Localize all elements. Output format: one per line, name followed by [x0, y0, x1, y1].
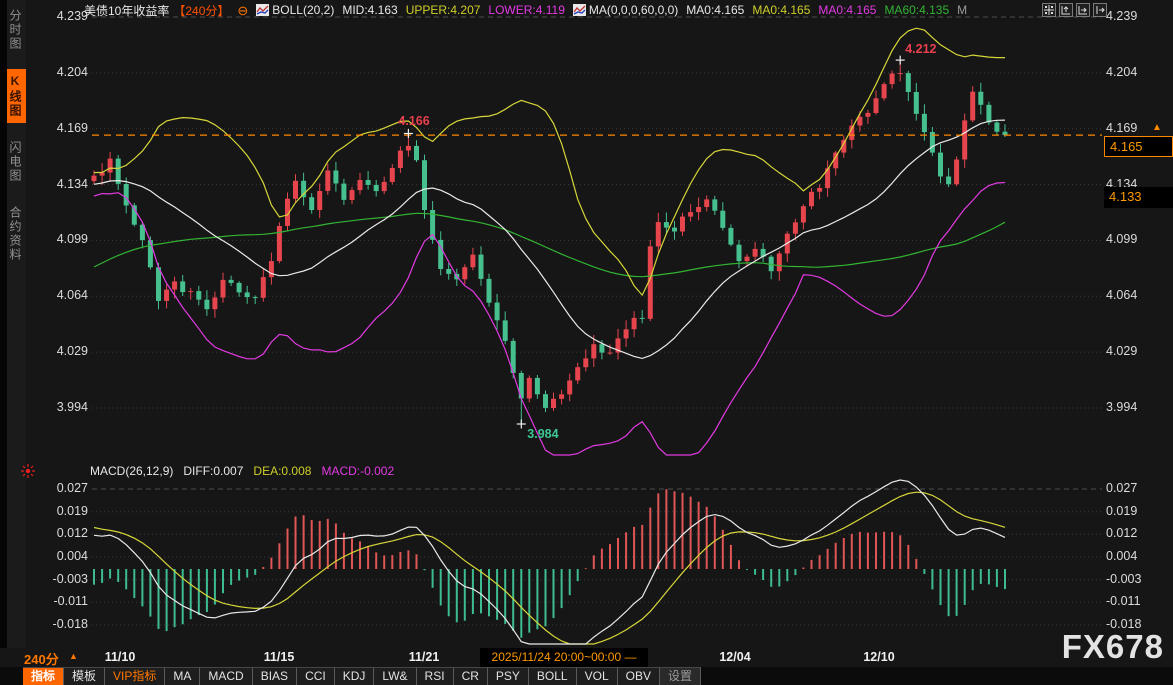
- time-axis-date: 11/15: [264, 650, 295, 664]
- collapse-indicator-icon[interactable]: ⊖: [237, 4, 248, 17]
- secondary-price-box: 4.133: [1104, 187, 1173, 208]
- toolbar-item-cr[interactable]: CR: [454, 667, 488, 685]
- peak-high-annotation: 4.212: [905, 42, 936, 56]
- macd-value: MACD:-0.002: [321, 464, 394, 478]
- toolbar-item-settings[interactable]: 设置: [660, 667, 701, 685]
- zoom-out-range-icon[interactable]: [1076, 3, 1090, 17]
- sidebar-item-kline-chart[interactable]: K线图: [7, 69, 26, 123]
- chart-mode-sidebar: 分时图 K线图 闪电图 合约资料: [7, 0, 26, 648]
- selected-bar-range[interactable]: 2025/11/24 20:00~00:00 —: [480, 648, 648, 667]
- period-tag: 【240分】: [173, 2, 229, 19]
- toolbar-item-macd[interactable]: MACD: [200, 667, 252, 685]
- price-axis-label: 4.064: [57, 288, 88, 302]
- chart-tool-icons: [1042, 3, 1107, 17]
- swing-low-annotation: 3.984: [527, 427, 558, 441]
- boll-lower-value: LOWER:4.119: [488, 3, 564, 17]
- macd-diff-value: DIFF:0.007: [183, 464, 243, 478]
- price-axis-label: 4.099: [57, 232, 88, 246]
- crosshair-tool-icon[interactable]: [1042, 3, 1056, 17]
- price-axis-label: 4.099: [1106, 232, 1137, 246]
- sidebar-item-time-chart[interactable]: 分时图: [7, 4, 26, 56]
- macd-axis-label: -0.011: [53, 594, 88, 608]
- ma0-white-value: MA0:4.165: [686, 3, 744, 17]
- boll-mid-value: MID:4.163: [342, 3, 397, 17]
- macd-axis-label: -0.003: [53, 572, 88, 586]
- toolbar-item-psy[interactable]: PSY: [488, 667, 529, 685]
- price-axis-label: 4.064: [1106, 288, 1137, 302]
- toolbar-item-vol[interactable]: VOL: [577, 667, 618, 685]
- toolbar-item-rsi[interactable]: RSI: [417, 667, 454, 685]
- price-axis-label: 3.994: [57, 400, 88, 414]
- trading-app-window: 分时图 K线图 闪电图 合约资料 美债10年收益率 【240分】 ⊖ BOLL(…: [0, 0, 1173, 685]
- macd-axis-label: -0.011: [1106, 594, 1141, 608]
- swing-high-annotation: 4.166: [398, 114, 429, 128]
- price-axis-label: 4.134: [57, 177, 88, 191]
- time-axis-date: 12/10: [863, 650, 894, 664]
- time-axis-date: 12/04: [719, 650, 750, 664]
- left-price-axis: 4.2394.2044.1694.1344.0994.0644.0293.994…: [30, 0, 88, 685]
- sidebar-item-tick-chart[interactable]: 闪电图: [7, 136, 26, 188]
- boll-chart-icon[interactable]: [256, 4, 269, 16]
- time-axis-date: 11/21: [409, 650, 440, 664]
- chart-header: 美债10年收益率 【240分】 ⊖ BOLL(20,2) MID:4.163 U…: [26, 2, 967, 18]
- macd-axis-label: 0.027: [57, 481, 88, 495]
- macd-axis-label: 0.019: [57, 504, 88, 518]
- price-up-arrow-icon: ▲: [1152, 122, 1162, 133]
- toolbar-item-indicators[interactable]: 指标: [23, 667, 64, 685]
- price-axis-label: 4.169: [57, 121, 88, 135]
- ma0-magenta-value: MA0:4.165: [818, 3, 876, 17]
- ma0-yellow-value: MA0:4.165: [752, 3, 810, 17]
- toolbar-item-obv[interactable]: OBV: [618, 667, 660, 685]
- zoom-in-range-icon[interactable]: [1059, 3, 1073, 17]
- macd-panel-header: MACD(26,12,9) DIFF:0.007 DEA:0.008 MACD:…: [90, 464, 394, 478]
- macd-axis-label: 0.004: [57, 549, 88, 563]
- price-axis-label: 4.204: [57, 65, 88, 79]
- toolbar-item-vip-indicators[interactable]: VIP指标: [105, 667, 165, 685]
- left-edge-strip: [0, 0, 7, 648]
- price-axis-label: 4.029: [57, 344, 88, 358]
- indicator-toolbar: 指标模板VIP指标MAMACDBIASCCIKDJLW&RSICRPSYBOLL…: [0, 667, 1173, 685]
- price-axis-label: 3.994: [1106, 400, 1137, 414]
- boll-label: BOLL(20,2): [272, 3, 334, 17]
- toolbar-item-ma[interactable]: MA: [165, 667, 200, 685]
- right-price-axis: 4.2394.2044.1694.1344.0994.0644.0293.994…: [1106, 0, 1172, 685]
- current-price-box: 4.165: [1104, 136, 1173, 157]
- ma-label: MA(0,0,0,60,0,0): [589, 3, 678, 17]
- boll-upper-value: UPPER:4.207: [406, 3, 481, 17]
- price-axis-label: 4.239: [1106, 9, 1137, 23]
- price-axis-label: 4.204: [1106, 65, 1137, 79]
- ma-chart-icon[interactable]: [573, 4, 586, 16]
- macd-axis-label: -0.018: [53, 617, 88, 631]
- macd-axis-label: 0.019: [1106, 504, 1137, 518]
- time-axis: 240分 ▲ 11/10 11/15 11/21 12/04 12/10 2025/11…: [0, 648, 1173, 667]
- toolbar-item-boll[interactable]: BOLL: [529, 667, 577, 685]
- alert-dot-icon: [21, 464, 35, 483]
- symbol-title: 美债10年收益率: [84, 2, 169, 19]
- macd-axis-label: 0.012: [1106, 526, 1137, 540]
- watermark: FX678: [1062, 628, 1164, 666]
- price-axis-label: 4.029: [1106, 344, 1137, 358]
- price-axis-label: 4.169: [1106, 121, 1137, 135]
- toolbar-item-bias[interactable]: BIAS: [253, 667, 297, 685]
- toolbar-item-kdj[interactable]: KDJ: [335, 667, 375, 685]
- period-arrow-icon: ▲: [69, 651, 78, 661]
- macd-params-label: MACD(26,12,9): [90, 464, 173, 478]
- period-selector[interactable]: 240分: [24, 649, 59, 668]
- toolbar-item-lwr[interactable]: LW&: [374, 667, 416, 685]
- ma60-value: MA60:4.135: [884, 3, 949, 17]
- time-axis-date: 11/10: [105, 650, 136, 664]
- macd-axis-label: 0.027: [1106, 481, 1137, 495]
- more-indicator-button[interactable]: M: [957, 3, 967, 17]
- sidebar-item-contract-info[interactable]: 合约资料: [7, 201, 26, 267]
- macd-axis-label: -0.003: [1106, 572, 1141, 586]
- macd-axis-label: 0.004: [1106, 549, 1137, 563]
- pan-right-icon[interactable]: [1093, 3, 1107, 17]
- macd-dea-value: DEA:0.008: [253, 464, 311, 478]
- macd-axis-label: 0.012: [57, 526, 88, 540]
- toolbar-item-cci[interactable]: CCI: [297, 667, 335, 685]
- toolbar-item-templates[interactable]: 模板: [64, 667, 105, 685]
